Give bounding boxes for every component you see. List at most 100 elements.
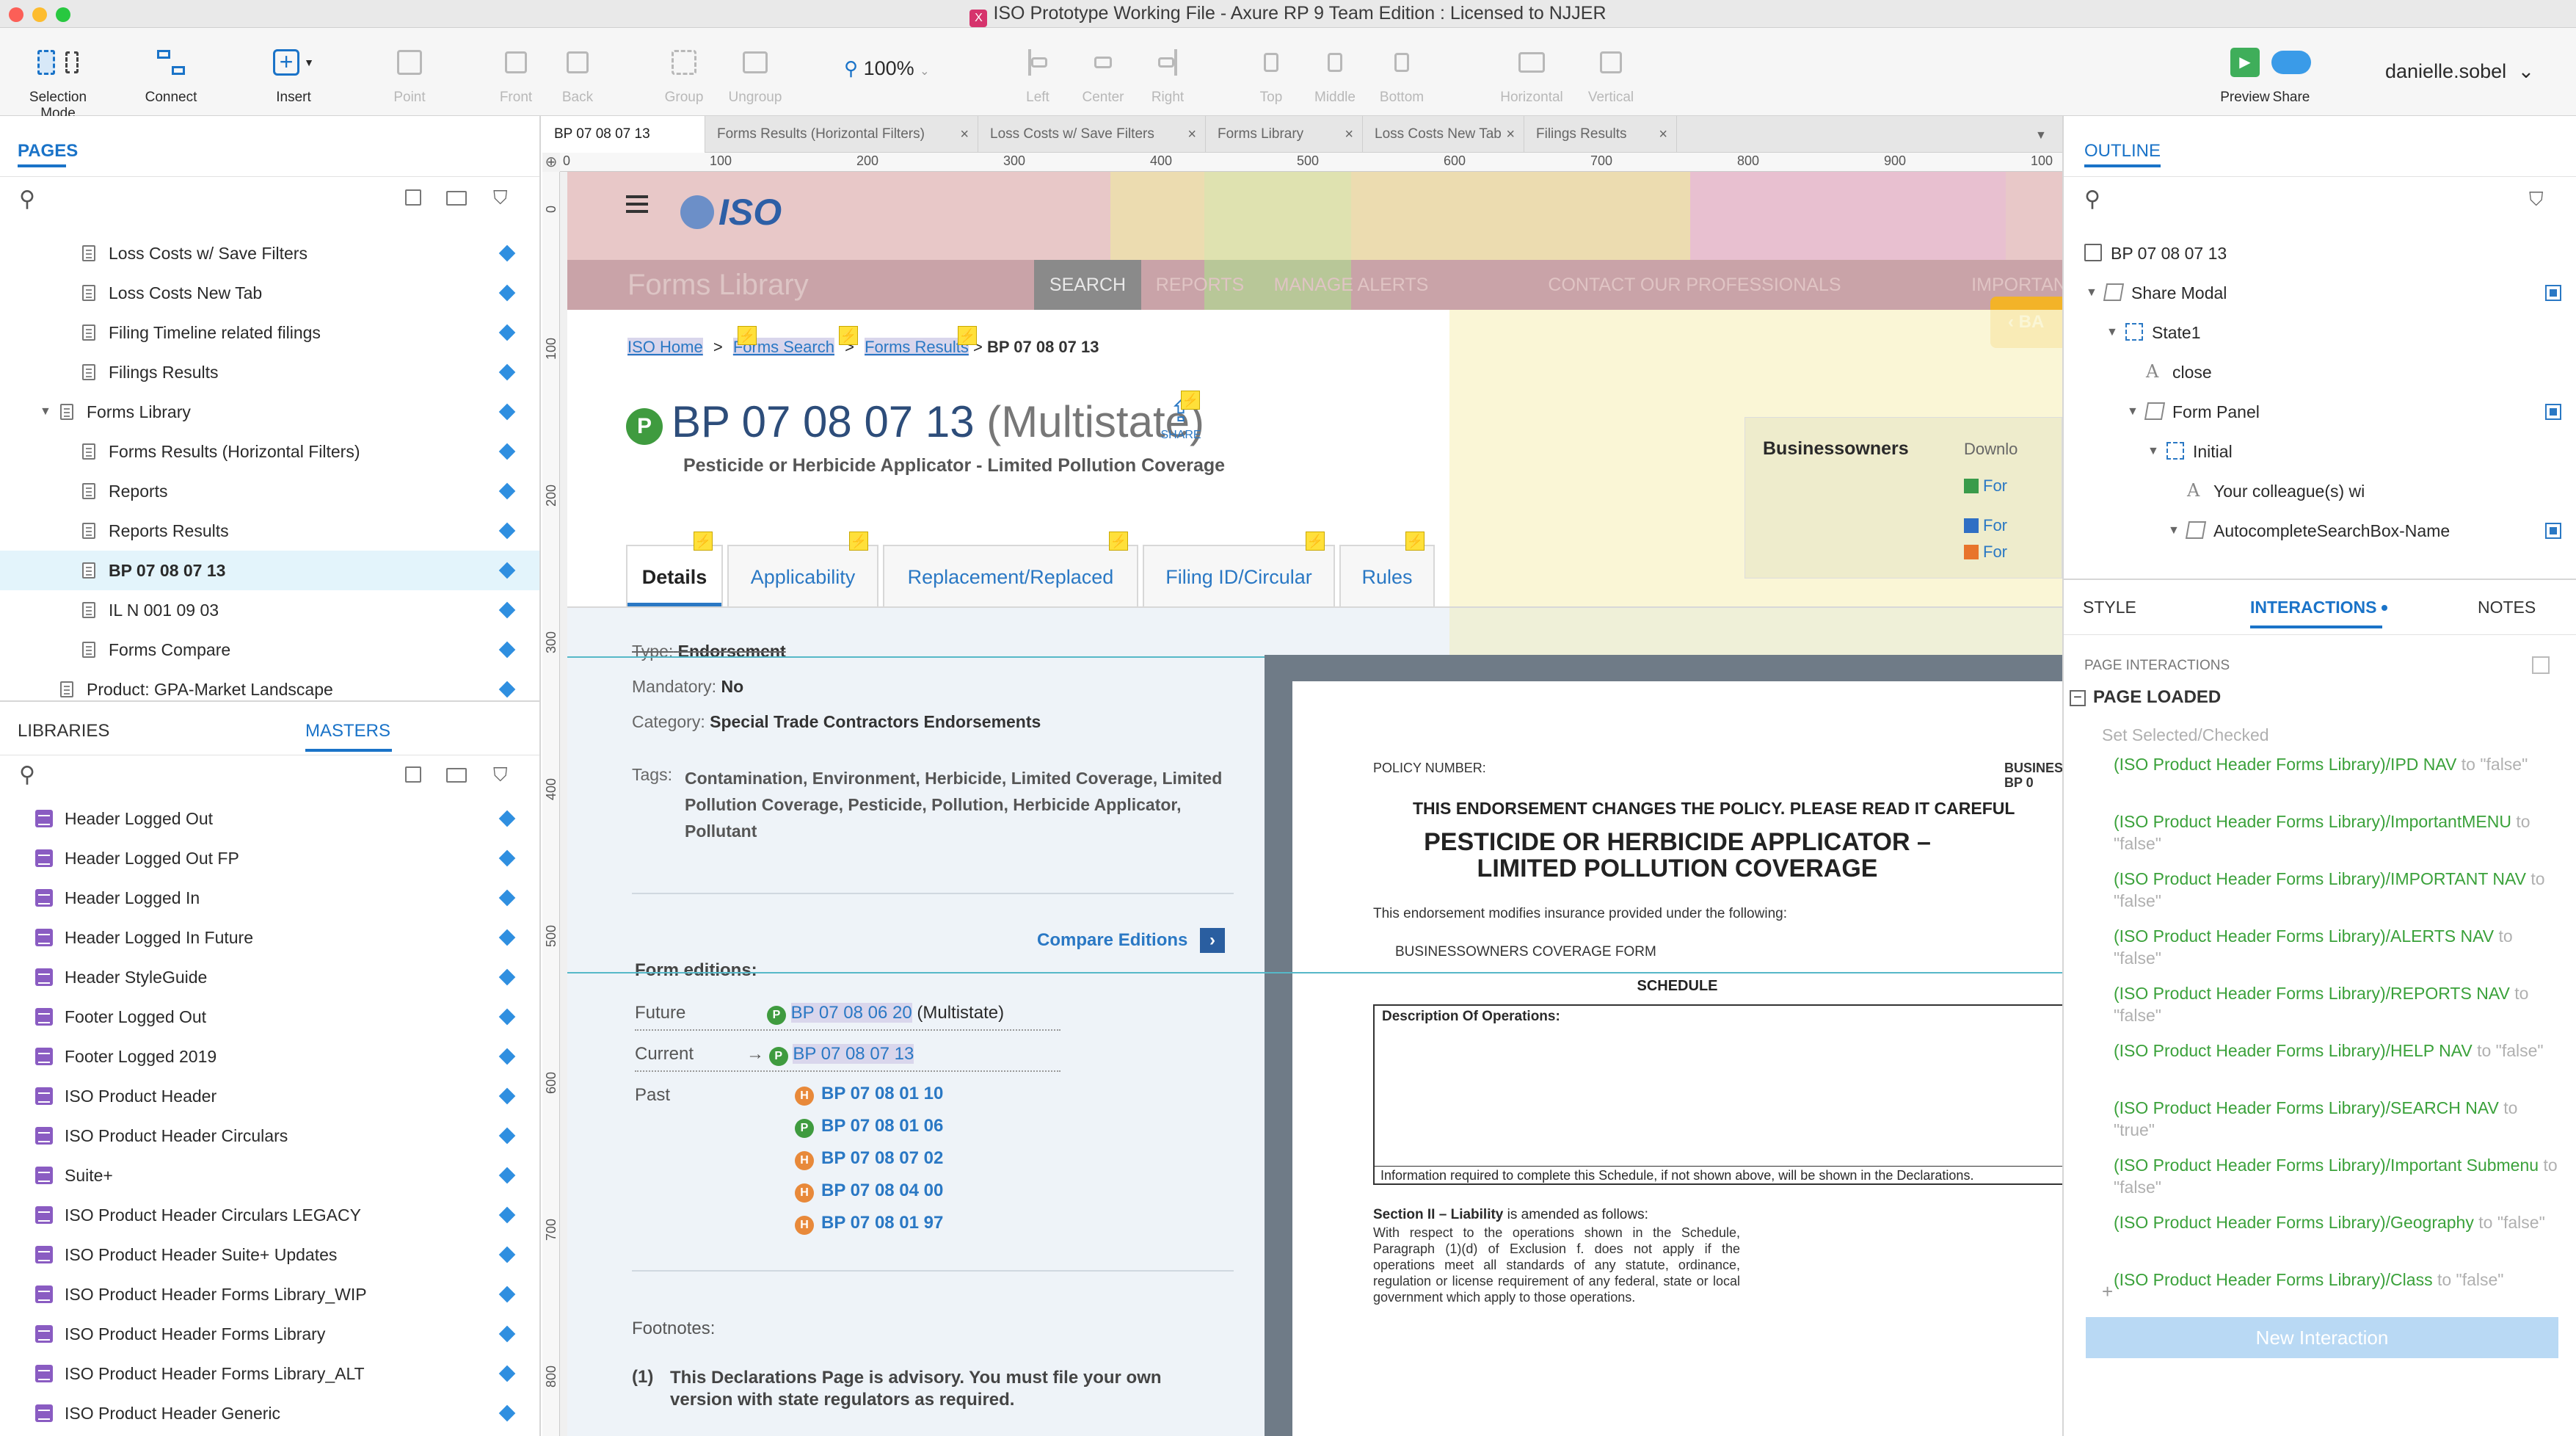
user-menu[interactable]: danielle.sobel ⌄	[2385, 60, 2554, 83]
master-item[interactable]: ISO Product Header Circulars	[0, 1116, 539, 1156]
master-item[interactable]: ISO Product Header Circulars LEGACY	[0, 1195, 539, 1235]
page-item[interactable]: Loss Costs w/ Save Filters	[0, 233, 539, 273]
back-button[interactable]: Back	[552, 44, 603, 106]
future-form-link[interactable]: BP 07 08 06 20	[790, 1003, 912, 1023]
page-item[interactable]: Reports	[0, 471, 539, 511]
master-item[interactable]: Header StyleGuide	[0, 957, 539, 997]
form-tab[interactable]: Filing ID/Circular	[1143, 545, 1335, 606]
align-middle-button[interactable]: Middle	[1308, 44, 1362, 106]
ungroup-button[interactable]: Ungroup	[722, 44, 788, 106]
search-icon[interactable]: ⚲	[19, 186, 35, 212]
breadcrumb-results-link[interactable]: Forms Results	[865, 338, 969, 356]
close-tab-icon[interactable]: ×	[1345, 116, 1353, 153]
connect-button[interactable]: Connect	[138, 44, 204, 106]
interaction-lightning-icon[interactable]: ⚡	[738, 326, 757, 345]
inspector-tab[interactable]: INTERACTIONS	[2250, 598, 2387, 628]
inspector-tab[interactable]: NOTES	[2478, 598, 2536, 617]
form-tab[interactable]: Details	[626, 545, 723, 606]
add-action-icon[interactable]: +	[2102, 1280, 2113, 1303]
distribute-horizontal-button[interactable]: Horizontal	[1491, 44, 1572, 106]
iso-logo[interactable]: ISO	[680, 191, 782, 233]
align-bottom-button[interactable]: Bottom	[1372, 44, 1431, 106]
master-item[interactable]: Footer Logged Out	[0, 997, 539, 1037]
expand-arrow-icon[interactable]: ▼	[2147, 432, 2159, 471]
page-item[interactable]: Filing Timeline related filings	[0, 313, 539, 352]
pages-tab[interactable]: PAGES	[18, 141, 78, 162]
nav-item[interactable]: SEARCH	[1034, 260, 1141, 310]
page-item[interactable]: Product: GPA-Market Landscape	[0, 670, 539, 709]
past-edition[interactable]: H BP 07 08 01 97	[795, 1213, 943, 1235]
set-selected-action[interactable]: Set Selected/Checked	[2102, 725, 2269, 745]
inspector-tab[interactable]: STYLE	[2083, 598, 2136, 617]
interaction-action[interactable]: (ISO Product Header Forms Library)/Geogr…	[2114, 1211, 2561, 1233]
search-icon[interactable]: ⚲	[2084, 186, 2100, 212]
interaction-action[interactable]: (ISO Product Header Forms Library)/HELP …	[2114, 1040, 2561, 1062]
document-tab[interactable]: Forms Results (Horizontal Filters) ×	[705, 116, 978, 153]
compare-editions-link[interactable]: Compare Editions ›	[1037, 928, 1226, 953]
interaction-action[interactable]: (ISO Product Header Forms Library)/ALERT…	[2114, 925, 2561, 969]
outline-item[interactable]: Aclose	[2064, 352, 2576, 392]
past-form-link[interactable]: BP 07 08 01 10	[821, 1084, 943, 1103]
front-button[interactable]: Front	[490, 44, 542, 106]
master-item[interactable]: Suite+	[0, 1156, 539, 1195]
download-link-pdf[interactable]: For	[1964, 543, 2007, 562]
filter-icon[interactable]: ⛉	[493, 764, 508, 787]
align-left-button[interactable]: Left	[1016, 44, 1060, 106]
page-item[interactable]: BP 07 08 07 13	[0, 551, 539, 590]
search-icon[interactable]: ⚲	[19, 762, 35, 788]
outline-item[interactable]: ▼ Initial	[2064, 432, 2576, 471]
interaction-action[interactable]: (ISO Product Header Forms Library)/IMPOR…	[2114, 868, 2561, 912]
align-center-button[interactable]: Center	[1077, 44, 1129, 106]
master-item[interactable]: ISO Product Header Generic	[0, 1393, 539, 1433]
filter-icon[interactable]: ⛉	[493, 186, 508, 210]
interaction-lightning-icon[interactable]: ⚡	[1405, 532, 1425, 551]
master-item[interactable]: ISO Product Header Forms Library	[0, 1314, 539, 1354]
interaction-action[interactable]: (ISO Product Header Forms Library)/Impor…	[2114, 811, 2561, 855]
outline-item[interactable]: BP 07 08 07 13	[2064, 233, 2576, 273]
past-form-link[interactable]: BP 07 08 04 00	[821, 1181, 943, 1200]
expand-arrow-icon[interactable]: ▼	[2168, 511, 2180, 549]
document-tab[interactable]: Filings Results ×	[1524, 116, 1677, 153]
libraries-tab[interactable]: LIBRARIES	[18, 721, 109, 741]
nav-item[interactable]: CONTACT OUR PROFESSIONALS	[1444, 260, 1946, 310]
form-tab[interactable]: Applicability	[727, 545, 878, 606]
page-item[interactable]: IL N 001 09 03	[0, 590, 539, 630]
outline-tab[interactable]: OUTLINE	[2084, 141, 2161, 162]
outline-item[interactable]: ▼ State1	[2064, 313, 2576, 352]
interaction-lightning-icon[interactable]: ⚡	[839, 326, 858, 345]
distribute-vertical-button[interactable]: Vertical	[1579, 44, 1642, 106]
interaction-lightning-icon[interactable]: ⚡	[1181, 391, 1200, 410]
master-item[interactable]: Footer Logged 2019	[0, 1037, 539, 1076]
past-form-link[interactable]: BP 07 08 07 02	[821, 1148, 943, 1168]
share-button[interactable]: Share	[2262, 44, 2321, 106]
insert-button[interactable]: + ▼ Insert	[264, 44, 323, 106]
outline-item[interactable]: ▼ Form Panel	[2064, 392, 2576, 432]
interaction-lightning-icon[interactable]: ⚡	[1306, 532, 1325, 551]
interaction-lightning-icon[interactable]: ⚡	[958, 326, 977, 345]
master-item[interactable]: ISO Product Header Forms Library_ALT	[0, 1354, 539, 1393]
group-button[interactable]: Group	[655, 44, 713, 106]
master-item[interactable]: Header Logged In Future	[0, 918, 539, 957]
design-canvas[interactable]: BP 07 08 07 13 Forms Results (Horizontal …	[542, 116, 2062, 1436]
nav-item[interactable]: REPORTS	[1141, 260, 1259, 310]
page-loaded-event[interactable]: PAGE LOADED	[2093, 687, 2221, 708]
past-edition[interactable]: H BP 07 08 01 10	[795, 1084, 943, 1106]
add-folder-icon[interactable]	[446, 191, 467, 206]
current-edition[interactable]: → P BP 07 08 07 13	[746, 1044, 914, 1066]
master-item[interactable]: Header Logged Out FP	[0, 838, 539, 878]
page-item[interactable]: ▼ Forms Library	[0, 392, 539, 432]
align-right-button[interactable]: Right	[1143, 44, 1192, 106]
interaction-action[interactable]: (ISO Product Header Forms Library)/Impor…	[2114, 1154, 2561, 1198]
nav-item[interactable]: MANAGE ALERTS	[1259, 260, 1444, 310]
close-tab-icon[interactable]: ×	[960, 116, 969, 153]
master-item[interactable]: Header Logged In	[0, 878, 539, 918]
past-form-link[interactable]: BP 07 08 01 06	[821, 1116, 943, 1136]
document-tab[interactable]: Forms Library ×	[1206, 116, 1363, 153]
interaction-action[interactable]: (ISO Product Header Forms Library)/REPOR…	[2114, 982, 2561, 1026]
page-item[interactable]: Forms Results (Horizontal Filters)	[0, 432, 539, 471]
collapse-icon[interactable]: −	[2070, 690, 2086, 706]
download-link-excel[interactable]: For	[1964, 476, 2007, 496]
page-item[interactable]: Forms Compare	[0, 630, 539, 670]
master-item[interactable]: ISO Product Header Suite+ Updates	[0, 1235, 539, 1274]
filter-icon[interactable]: ⛉	[2529, 188, 2544, 211]
